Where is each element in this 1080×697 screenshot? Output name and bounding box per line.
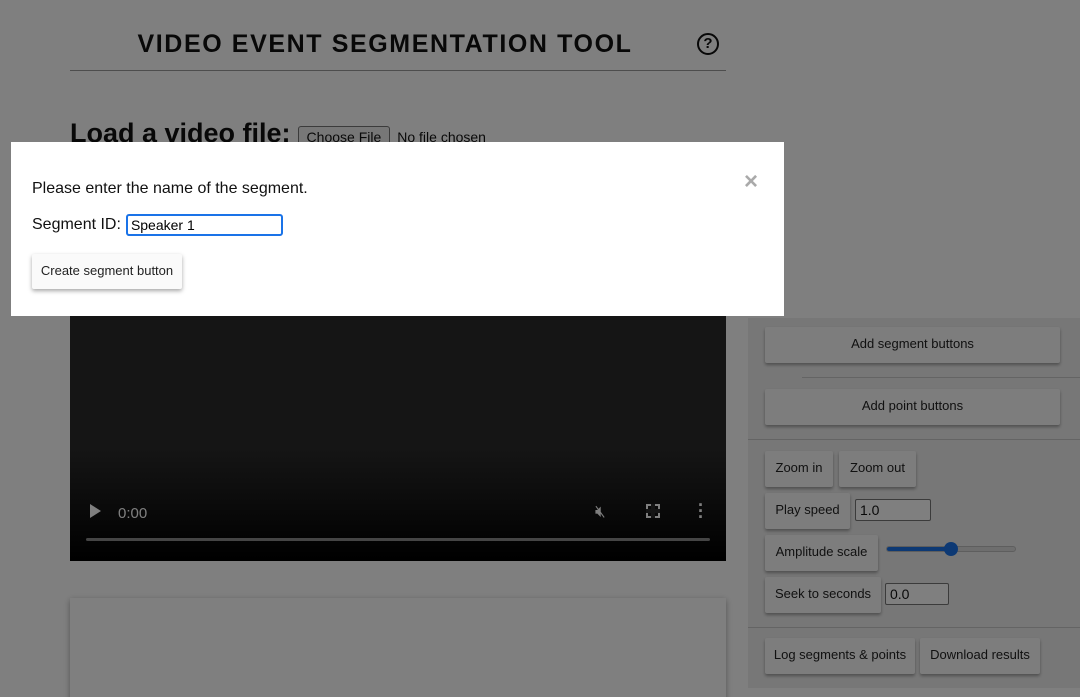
segment-id-input[interactable]: Speaker 1 (125, 214, 283, 236)
close-icon[interactable]: × (744, 170, 758, 194)
segment-id-field: Segment ID: Speaker 1 (32, 214, 283, 236)
segment-id-label: Segment ID: (32, 216, 121, 233)
segment-name-dialog: Please enter the name of the segment. × … (11, 142, 784, 316)
modal-backdrop[interactable] (0, 0, 1080, 697)
create-segment-button[interactable]: Create segment button (32, 254, 182, 289)
dialog-prompt: Please enter the name of the segment. (32, 180, 308, 197)
